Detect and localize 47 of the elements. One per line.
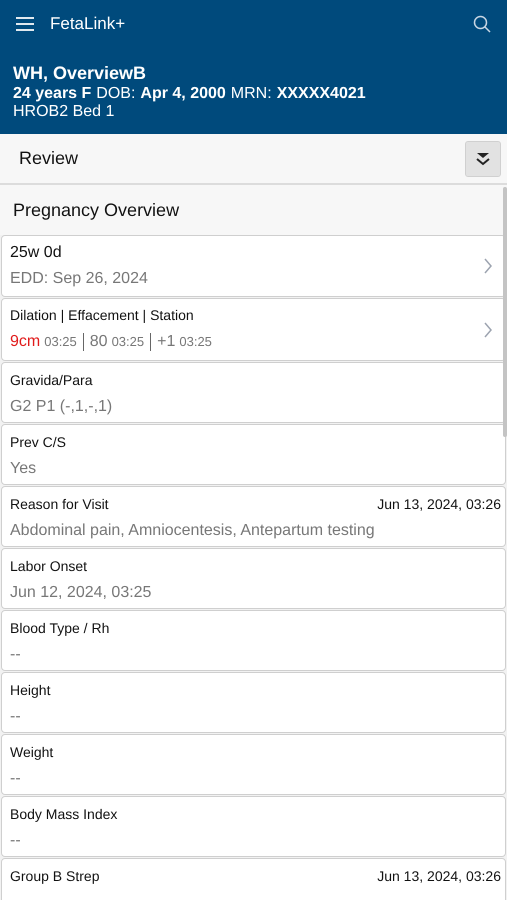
search-icon[interactable] (473, 15, 491, 33)
dob: Apr 4, 2000 (140, 84, 226, 103)
cervical-exam-card[interactable]: Dilation | Effacement | Station 9cm 03:25 80 03:25 +1 03:25 (1, 298, 506, 361)
field-value: -- (10, 707, 22, 727)
scrollbar[interactable] (503, 187, 507, 437)
field-value: Abdominal pain, Amniocentesis, Antepartum testing (10, 521, 376, 541)
field-label: Dilation | Effacement | Station (10, 306, 195, 325)
field-value: -- (10, 645, 22, 665)
mrn-label: MRN: (230, 84, 272, 103)
field-label: Gravida/Para (10, 371, 92, 390)
exam-time: 03:25 (112, 333, 144, 352)
age-sex: 24 years F (13, 84, 92, 103)
field-label: Body Mass Index (10, 805, 118, 824)
field-value: G2 P1 (-,1,-,1) (10, 397, 114, 417)
chevron-right-icon (483, 320, 493, 338)
mrn: XXXXX4021 (276, 84, 366, 103)
field-value: -- (10, 769, 22, 789)
field-label: Labor Onset (10, 557, 88, 576)
exam-time: 03:25 (44, 333, 77, 352)
field-label: Height (10, 681, 50, 700)
exam-value: 80 (90, 332, 108, 352)
exam-value: +1 (157, 332, 176, 352)
expand-button[interactable] (465, 140, 501, 176)
field-value: Jun 12, 2024, 03:25 (10, 583, 152, 603)
app-title: FetaLink+ (50, 13, 126, 36)
chevron-right-icon (483, 257, 493, 275)
section-title: Pregnancy Overview (13, 198, 180, 222)
field-label: Prev C/S (10, 433, 66, 452)
location: HROB2 Bed 1 (13, 103, 116, 120)
patient-name: WH, OverviewB (13, 62, 148, 84)
field-value: -- (10, 831, 22, 851)
exam-value: 9cm (10, 332, 40, 352)
summary-card[interactable]: 25w 0d EDD: Sep 26, 2024 (1, 235, 506, 297)
field-label: Blood Type / Rh (10, 619, 110, 638)
field-label: Reason for Visit (10, 495, 109, 514)
due-date: EDD: Sep 26, 2024 (10, 269, 149, 289)
field-label: Group B Strep (10, 867, 100, 886)
double-chevron-down-icon (475, 152, 491, 166)
timestamp: Jun 13, 2024, 03:26 (377, 867, 501, 886)
gestational-age: 25w 0d (10, 243, 63, 263)
menu-icon[interactable] (16, 17, 34, 31)
dob-label: DOB: (96, 84, 136, 103)
field-label: Weight (10, 743, 54, 762)
field-value: Yes (10, 459, 38, 479)
review-title: Review (19, 147, 80, 170)
timestamp: Jun 13, 2024, 03:26 (377, 495, 501, 514)
exam-time: 03:25 (179, 333, 212, 352)
